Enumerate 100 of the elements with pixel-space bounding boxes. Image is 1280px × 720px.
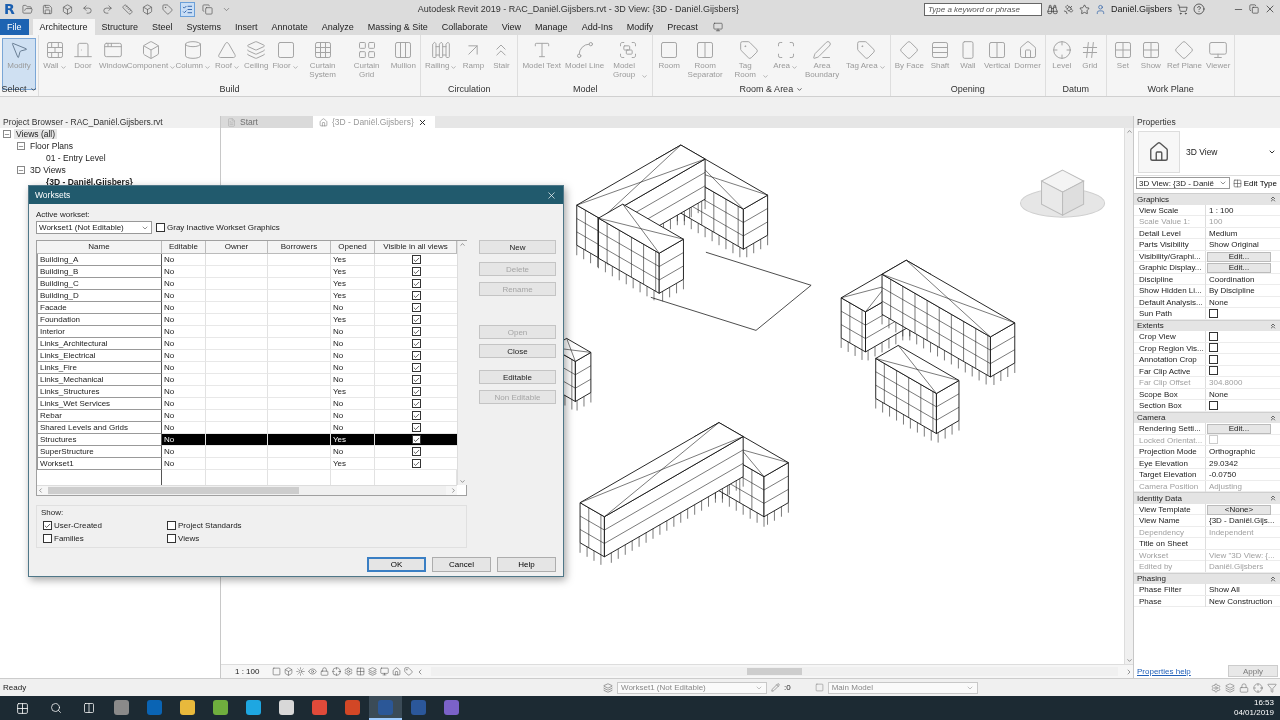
satellite-icon[interactable] — [1062, 3, 1074, 15]
ribbon-tab[interactable]: Manage — [528, 19, 575, 35]
property-value[interactable]: Show All — [1206, 584, 1272, 595]
scroll-down-icon[interactable] — [459, 478, 466, 485]
checkbox[interactable] — [411, 279, 421, 288]
dialog-button[interactable]: Editable — [479, 370, 556, 384]
help-link[interactable]: Properties help — [1137, 666, 1191, 676]
table-row[interactable]: Building_B No Yes — [37, 266, 457, 278]
sun-icon[interactable] — [296, 667, 306, 676]
scroll-left-icon[interactable] — [37, 487, 44, 494]
table-row[interactable]: Links_Electrical No No — [37, 350, 457, 362]
table-row[interactable]: Rebar No No — [37, 410, 457, 422]
checkbox[interactable] — [43, 534, 52, 543]
checkbox[interactable] — [411, 411, 421, 420]
collapse-icon[interactable] — [1269, 494, 1277, 503]
list-button[interactable] — [179, 1, 195, 17]
workset-selector[interactable]: Workset1 (Not Editable) — [617, 681, 767, 694]
table-row[interactable]: Building_D No Yes — [37, 290, 457, 302]
table-row[interactable]: Interior No No — [37, 326, 457, 338]
checkbox[interactable] — [411, 351, 421, 360]
folder-icon[interactable] — [21, 3, 33, 15]
search-field[interactable]: Type a keyword or phrase — [923, 2, 1042, 16]
layers-icon[interactable] — [1225, 682, 1235, 693]
checkbox[interactable] — [167, 521, 176, 530]
ruler-icon[interactable] — [121, 3, 133, 15]
collapse-icon[interactable] — [1269, 321, 1277, 330]
task-view-icon[interactable] — [82, 702, 95, 714]
user-icon[interactable] — [1094, 3, 1106, 15]
binoculars-icon[interactable] — [1046, 3, 1058, 15]
star-icon[interactable] — [1078, 3, 1090, 15]
monitor-icon[interactable] — [380, 667, 390, 676]
tree-item[interactable]: 3D Views — [28, 165, 68, 175]
tag-icon[interactable] — [404, 667, 414, 676]
tag-icon[interactable] — [161, 3, 173, 15]
ribbon-tab[interactable]: Massing & Site — [360, 19, 435, 35]
checkbox[interactable] — [1209, 308, 1218, 318]
table-row[interactable]: Foundation No Yes — [37, 314, 457, 326]
cube-icon[interactable] — [284, 667, 294, 676]
property-value[interactable]: -0.0750 — [1206, 469, 1272, 480]
checkbox[interactable] — [411, 315, 421, 324]
edit-button[interactable]: Edit... — [1207, 251, 1271, 262]
tree-item[interactable]: Floor Plans — [28, 141, 75, 151]
dialog-button[interactable]: Help — [497, 557, 556, 572]
property-value[interactable]: By Discipline — [1206, 285, 1272, 296]
ribbon-tab[interactable]: Systems — [179, 19, 229, 35]
cube-icon[interactable] — [141, 3, 153, 15]
collapse-icon[interactable] — [17, 142, 25, 150]
checkbox[interactable] — [43, 521, 52, 530]
ribbon-tab[interactable]: Structure — [94, 19, 146, 35]
scroll-up-icon[interactable] — [459, 241, 466, 248]
section-header[interactable]: Identity Data — [1134, 492, 1280, 504]
tree-item[interactable]: 01 - Entry Level — [44, 153, 108, 163]
scroll-right-icon[interactable] — [450, 487, 457, 494]
scrollbar[interactable] — [431, 667, 1118, 676]
table-row[interactable]: Links_Fire No No — [37, 362, 457, 374]
table-row[interactable]: Building_A No Yes — [37, 254, 457, 266]
collapse-icon[interactable] — [17, 166, 25, 174]
ribbon-tab[interactable]: File — [0, 19, 29, 35]
dialog-button[interactable]: Close — [479, 344, 556, 358]
checkbox[interactable] — [1209, 400, 1218, 410]
property-value[interactable]: None — [1206, 388, 1272, 400]
caret-icon[interactable] — [29, 85, 37, 93]
checkbox[interactable] — [1209, 343, 1218, 353]
property-value[interactable]: 29.0342 — [1206, 457, 1272, 469]
collapse-icon[interactable] — [3, 130, 11, 138]
workset-dropdown[interactable]: Workset1 (Not Editable) — [36, 221, 152, 234]
app-logo[interactable]: R — [4, 1, 15, 17]
table-row[interactable]: Workset1 No Yes — [37, 458, 457, 470]
type-name[interactable]: 3D View — [1186, 146, 1262, 157]
ribbon-tab[interactable]: View — [494, 19, 529, 35]
property-value[interactable]: Orthographic — [1206, 446, 1272, 457]
edit-button[interactable]: Edit... — [1207, 424, 1271, 434]
ribbon-tab[interactable]: Modify — [619, 19, 661, 35]
instance-selector[interactable]: 3D View: {3D - Danië — [1136, 177, 1230, 189]
checkbox[interactable] — [411, 339, 421, 348]
scroll-down-icon[interactable] — [1125, 657, 1133, 664]
checkbox[interactable] — [411, 363, 421, 372]
checkbox[interactable] — [1209, 354, 1218, 364]
sheet-icon[interactable] — [272, 667, 282, 676]
cart-icon[interactable] — [1177, 3, 1188, 15]
restore-icon[interactable] — [1249, 4, 1259, 14]
document-tab[interactable]: Start — [221, 116, 313, 128]
taskbar-app[interactable] — [369, 696, 402, 720]
table-row[interactable]: SuperStructure No No — [37, 446, 457, 458]
eye-icon[interactable] — [308, 667, 318, 676]
scrollbar[interactable] — [457, 241, 467, 485]
scroll-up-icon[interactable] — [1125, 128, 1133, 135]
layers-icon[interactable] — [368, 667, 378, 676]
checkbox[interactable] — [411, 399, 421, 408]
scroll-right-icon[interactable] — [1125, 667, 1133, 676]
checkbox[interactable] — [411, 291, 421, 300]
checkbox[interactable] — [411, 447, 421, 456]
table-row[interactable]: Structures No Yes — [37, 434, 457, 446]
table-row[interactable]: Links_Structures No Yes — [37, 386, 457, 398]
table-row[interactable]: Facade No No — [37, 302, 457, 314]
redo-icon[interactable] — [101, 3, 113, 15]
property-value[interactable]: Coordination — [1206, 273, 1272, 285]
crosshair-icon[interactable] — [332, 667, 342, 676]
tree-item[interactable]: Views (all) — [14, 129, 58, 139]
lock-icon[interactable] — [320, 667, 330, 676]
